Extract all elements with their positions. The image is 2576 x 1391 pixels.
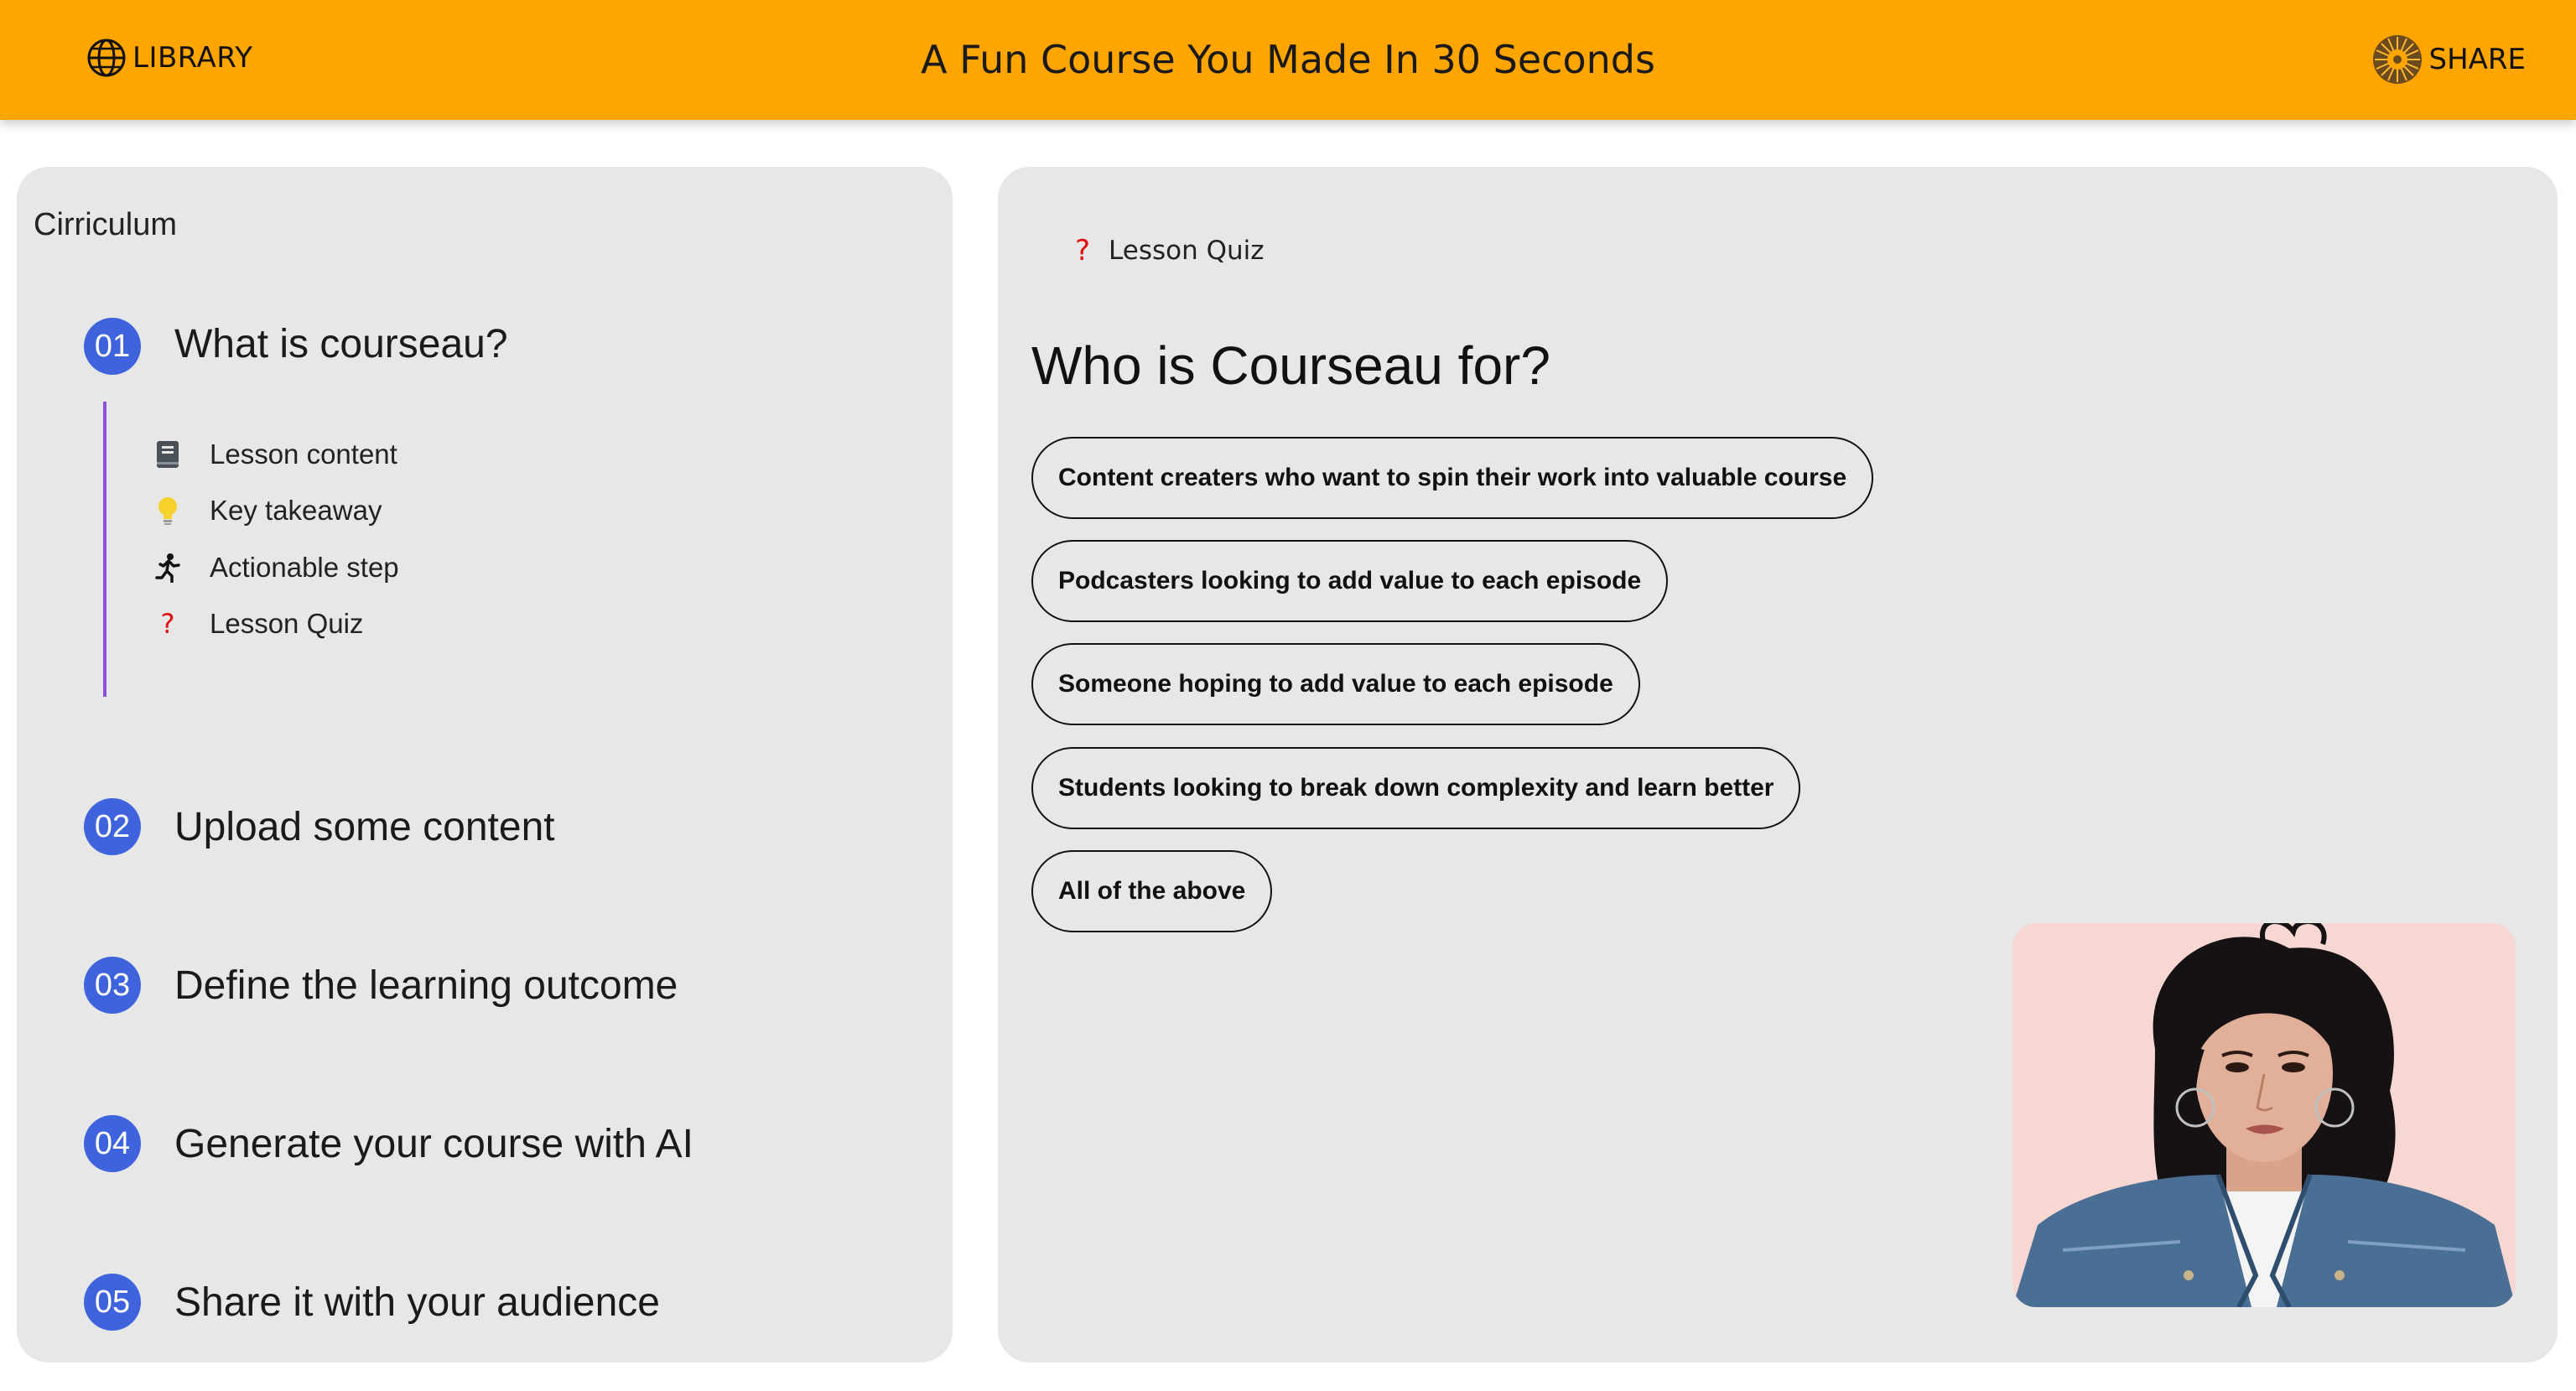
- quiz-breadcrumb: ? Lesson Quiz: [1075, 234, 1265, 267]
- quiz-option-1[interactable]: Content creaters who want to spin their …: [1031, 437, 1874, 519]
- lesson-title: Define the learning outcome: [174, 963, 678, 1008]
- question-mark-icon: ?: [160, 608, 175, 640]
- instructor-photo: [2012, 923, 2516, 1307]
- breadcrumb-label: Lesson Quiz: [1109, 236, 1265, 266]
- lesson-title: Generate your course with AI: [174, 1121, 693, 1166]
- share-label: SHARE: [2428, 43, 2526, 76]
- lesson-number-badge: 03: [84, 957, 141, 1014]
- lesson-number-badge: 05: [84, 1274, 141, 1331]
- top-bar: LIBRARY A Fun Course You Made In 30 Seco…: [0, 0, 2576, 120]
- quiz-option-2[interactable]: Podcasters looking to add value to each …: [1031, 540, 1669, 622]
- lesson-item-2[interactable]: 02 Upload some content: [84, 798, 555, 855]
- lesson-title: What is courseau?: [174, 321, 508, 366]
- quiz-question: Who is Courseau for?: [1031, 335, 1550, 396]
- sub-item-lesson-content[interactable]: Lesson content: [153, 439, 397, 470]
- lesson-number-badge: 01: [84, 318, 141, 375]
- lesson-timeline-line: [103, 402, 106, 697]
- sub-item-label: Key takeaway: [210, 495, 382, 526]
- lesson-number-badge: 02: [84, 798, 141, 855]
- lesson-number-badge: 04: [84, 1115, 141, 1172]
- quiz-option-3[interactable]: Someone hoping to add value to each epis…: [1031, 643, 1640, 725]
- running-person-icon: [153, 553, 183, 583]
- sub-item-label: Lesson Quiz: [210, 608, 364, 639]
- quiz-option-5[interactable]: All of the above: [1031, 850, 1273, 932]
- course-title: A Fun Course You Made In 30 Seconds: [921, 37, 1655, 82]
- sub-item-lesson-quiz[interactable]: ? Lesson Quiz: [153, 608, 364, 640]
- share-button[interactable]: SHARE: [2371, 34, 2526, 86]
- lesson-item-5[interactable]: 05 Share it with your audience: [84, 1274, 660, 1331]
- curriculum-heading: Cirriculum: [34, 207, 177, 242]
- sunburst-logo-icon: [2373, 35, 2423, 84]
- sub-item-actionable-step[interactable]: Actionable step: [153, 552, 399, 584]
- lesson-item-4[interactable]: 04 Generate your course with AI: [84, 1115, 693, 1172]
- sub-item-key-takeaway[interactable]: Key takeaway: [153, 495, 382, 527]
- quiz-option-4[interactable]: Students looking to break down complexit…: [1031, 747, 1801, 829]
- lightbulb-icon: [153, 496, 183, 526]
- lesson-item-3[interactable]: 03 Define the learning outcome: [84, 957, 678, 1014]
- curriculum-panel: Cirriculum 01 What is courseau? Lesson c…: [17, 167, 953, 1362]
- sub-item-label: Actionable step: [210, 552, 399, 583]
- lesson-title: Share it with your audience: [174, 1279, 660, 1325]
- lesson-title: Upload some content: [174, 804, 555, 849]
- book-icon: [153, 439, 183, 470]
- lesson-item-1[interactable]: 01 What is courseau?: [84, 318, 508, 375]
- sub-item-label: Lesson content: [210, 439, 397, 470]
- question-mark-icon: ?: [1075, 234, 1091, 267]
